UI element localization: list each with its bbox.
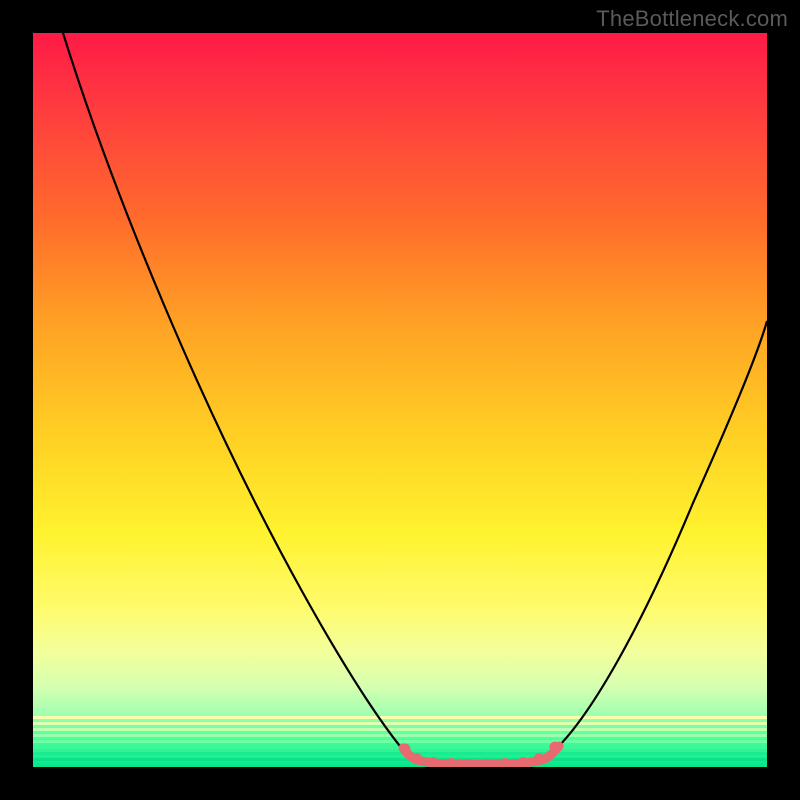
watermark-text: TheBottleneck.com	[596, 6, 788, 32]
right-curve	[555, 321, 767, 750]
plot-area	[33, 33, 767, 767]
curve-svg	[33, 33, 767, 767]
chart-frame: TheBottleneck.com	[0, 0, 800, 800]
left-curve	[63, 33, 409, 757]
